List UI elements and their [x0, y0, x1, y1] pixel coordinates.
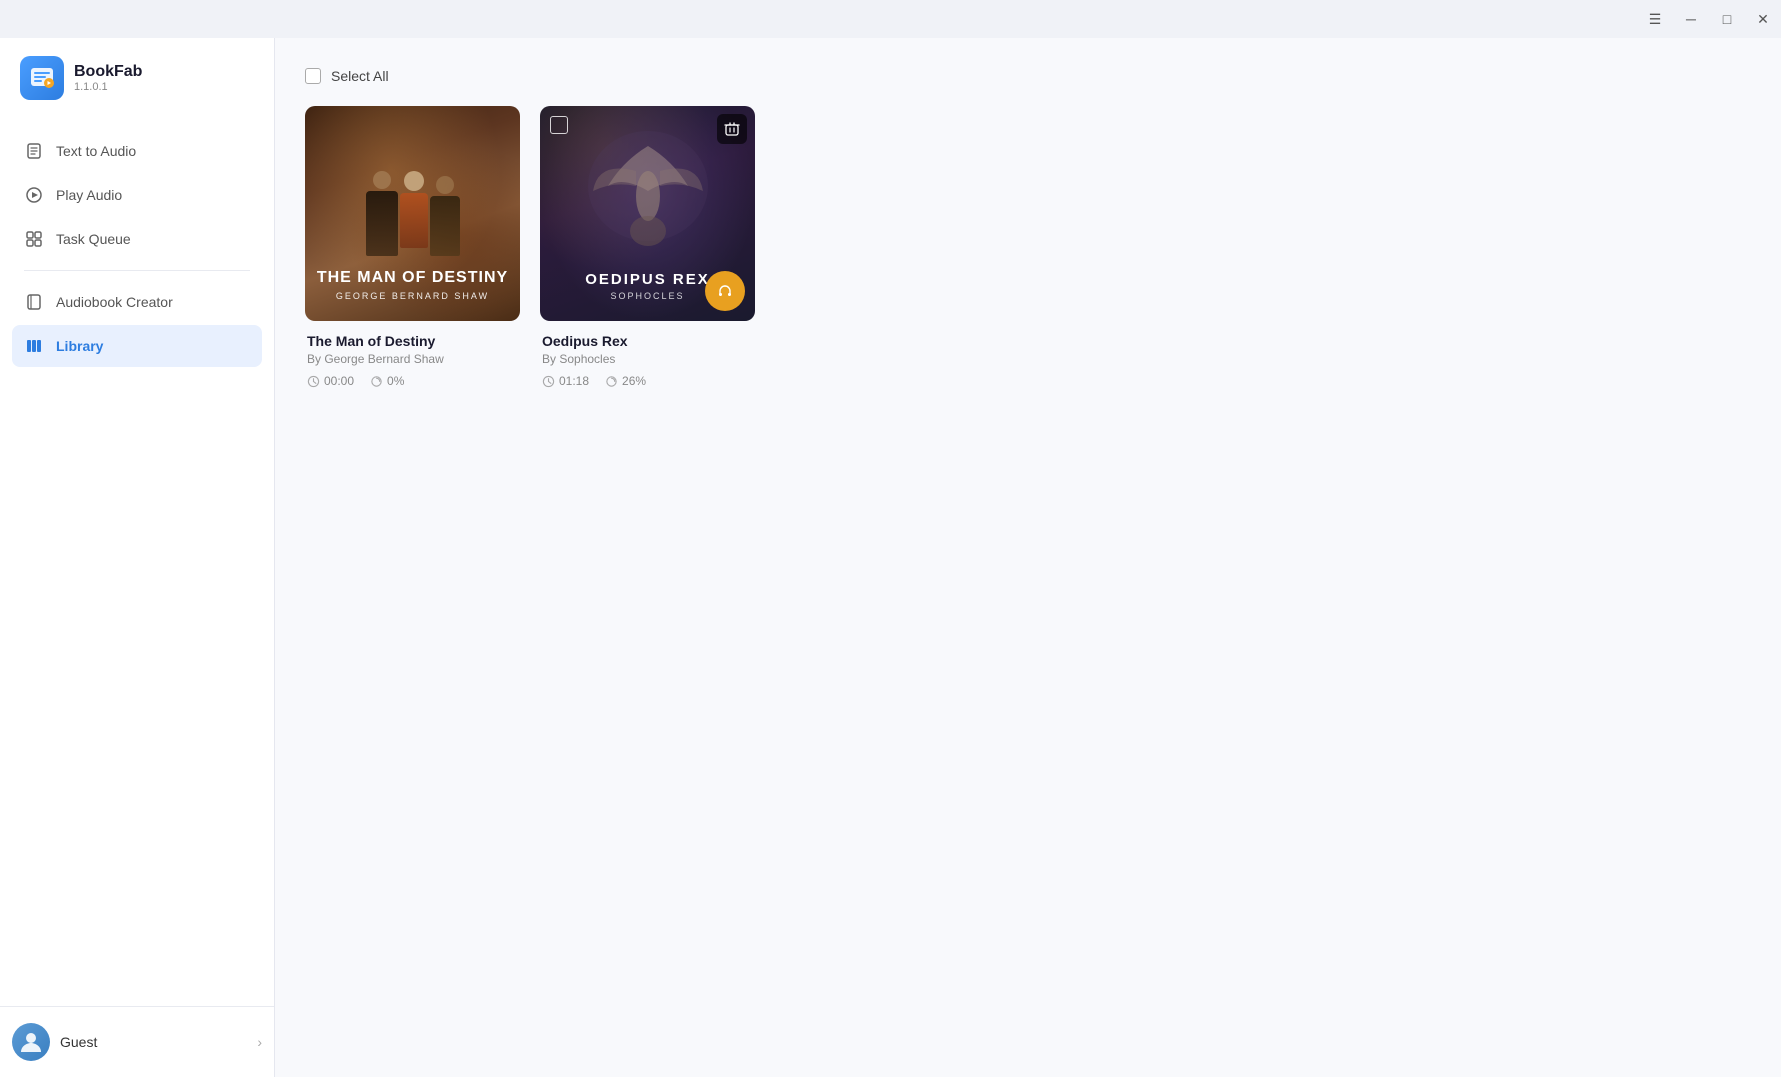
book-icon [24, 292, 44, 312]
sidebar-item-library[interactable]: Library [12, 325, 262, 367]
sidebar-nav: Text to Audio Play Audio [0, 120, 274, 1006]
oedipus-delete-button[interactable] [717, 114, 747, 144]
sidebar-item-task-queue[interactable]: Task Queue [12, 218, 262, 260]
book-meta-man-of-destiny: 00:00 0% [307, 374, 518, 388]
sidebar-item-audiobook-creator[interactable]: Audiobook Creator [12, 281, 262, 323]
app-layout: BookFab 1.1.0.1 Text to Audio [0, 38, 1781, 1077]
select-all-checkbox[interactable] [305, 68, 321, 84]
app-name: BookFab [74, 63, 142, 81]
avatar [12, 1023, 50, 1061]
book-progress-oedipus-rex: 26% [605, 374, 646, 388]
library-icon [24, 336, 44, 356]
maximize-button[interactable]: □ [1717, 9, 1737, 29]
oedipus-checkbox[interactable] [550, 116, 568, 134]
book-title-oedipus-rex: Oedipus Rex [542, 333, 753, 349]
book-info-oedipus-rex: Oedipus Rex By Sophocles 01:18 26% [540, 333, 755, 388]
app-logo: BookFab 1.1.0.1 [0, 38, 274, 120]
nav-divider [24, 270, 250, 271]
menu-button[interactable]: ☰ [1645, 9, 1665, 29]
book-info-man-of-destiny: The Man of Destiny By George Bernard Sha… [305, 333, 520, 388]
nav-label-play-audio: Play Audio [56, 187, 122, 203]
close-button[interactable]: ✕ [1753, 9, 1773, 29]
minimize-button[interactable]: ─ [1681, 9, 1701, 29]
main-content: Select All [275, 38, 1781, 1077]
grid-icon [24, 229, 44, 249]
nav-label-library: Library [56, 338, 103, 354]
cover-bg-oedipus-rex: OEDIPUS REX SOPHOCLES [540, 106, 755, 321]
nav-label-text-to-audio: Text to Audio [56, 143, 136, 159]
user-name: Guest [60, 1034, 247, 1050]
logo-text: BookFab 1.1.0.1 [74, 63, 142, 93]
book-progress-man-of-destiny: 0% [370, 374, 404, 388]
sidebar-item-text-to-audio[interactable]: Text to Audio [12, 130, 262, 172]
title-bar: ☰ ─ □ ✕ [0, 0, 1781, 38]
book-author-oedipus-rex: By Sophocles [542, 352, 753, 366]
chevron-right-icon: › [257, 1034, 262, 1050]
app-version: 1.1.0.1 [74, 81, 142, 93]
play-circle-icon [24, 185, 44, 205]
book-duration-man-of-destiny: 00:00 [307, 374, 354, 388]
book-author-man-of-destiny: By George Bernard Shaw [307, 352, 518, 366]
book-card-oedipus-rex[interactable]: OEDIPUS REX SOPHOCLES Oedipus Rex By Sop… [540, 106, 755, 388]
sidebar-item-play-audio[interactable]: Play Audio [12, 174, 262, 216]
document-icon [24, 141, 44, 161]
user-profile[interactable]: Guest › [0, 1006, 274, 1077]
cover-title-man-of-destiny: THE MAN OF DESTINY GEORGE BERNARD SHAW [305, 269, 520, 301]
window-controls: ☰ ─ □ ✕ [1645, 9, 1773, 29]
book-card-man-of-destiny[interactable]: THE MAN OF DESTINY GEORGE BERNARD SHAW T… [305, 106, 520, 388]
oedipus-play-button[interactable] [705, 271, 745, 311]
select-all-label[interactable]: Select All [331, 68, 389, 84]
sidebar: BookFab 1.1.0.1 Text to Audio [0, 38, 275, 1077]
logo-icon [20, 56, 64, 100]
book-grid: THE MAN OF DESTINY GEORGE BERNARD SHAW T… [305, 106, 1751, 388]
book-cover-oedipus-rex: OEDIPUS REX SOPHOCLES [540, 106, 755, 321]
select-all-row: Select All [305, 68, 1751, 84]
cover-bg-man-of-destiny: THE MAN OF DESTINY GEORGE BERNARD SHAW [305, 106, 520, 321]
cover-figures [305, 106, 520, 266]
book-duration-oedipus-rex: 01:18 [542, 374, 589, 388]
book-cover-man-of-destiny: THE MAN OF DESTINY GEORGE BERNARD SHAW [305, 106, 520, 321]
book-meta-oedipus-rex: 01:18 26% [542, 374, 753, 388]
nav-label-audiobook-creator: Audiobook Creator [56, 294, 173, 310]
nav-label-task-queue: Task Queue [56, 231, 131, 247]
book-title-man-of-destiny: The Man of Destiny [307, 333, 518, 349]
